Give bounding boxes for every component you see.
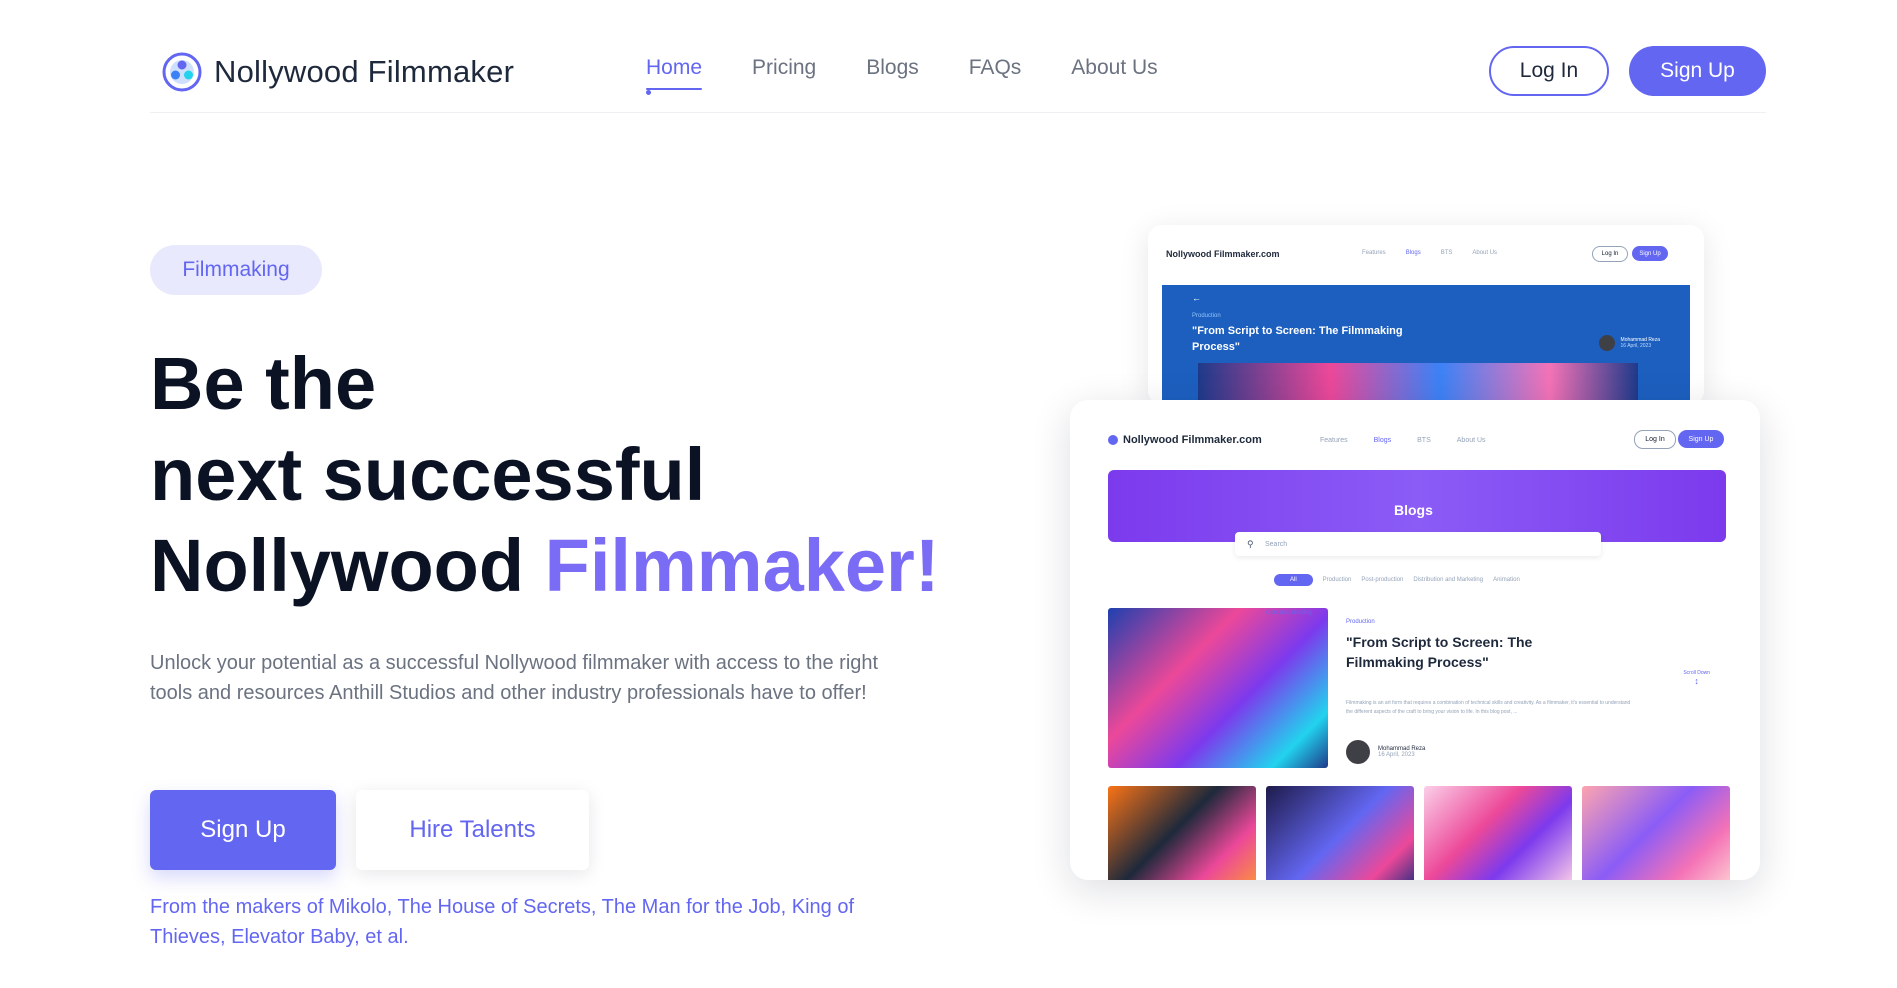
- mockup-link: Features: [1320, 437, 1348, 444]
- category-tag: Filmmaking: [150, 245, 322, 295]
- hero-headline: Be the next successful Nollywood Filmmak…: [150, 338, 939, 611]
- brand-logo[interactable]: Nollywood Filmmaker: [162, 52, 514, 92]
- mockup-link: Blogs: [1373, 437, 1392, 444]
- blog-post-preview-mockup: Nollywood Filmmaker.com Features Blogs B…: [1148, 225, 1704, 405]
- mockup-link: BTS: [1440, 250, 1453, 256]
- film-reel-logo-icon: [162, 52, 202, 92]
- headline-line-3a: Nollywood: [150, 524, 525, 607]
- mockup-banner-title: Blogs: [1394, 502, 1433, 518]
- logo-icon: [1108, 435, 1118, 445]
- nav-about-us[interactable]: About Us: [1071, 56, 1157, 90]
- chip: Animation: [1493, 577, 1520, 583]
- mockup-link: Features: [1362, 250, 1386, 256]
- mockup-feature-author-date: 16 April, 2023: [1378, 752, 1415, 758]
- hero-description: Unlock your potential as a successful No…: [150, 652, 879, 704]
- mockup-feature-image: [1108, 608, 1328, 768]
- mockup-link: Blogs: [1405, 250, 1421, 256]
- mockup-nav: Nollywood Filmmaker.com Features Blogs B…: [1162, 245, 1690, 267]
- headline-line-1: Be the: [150, 342, 377, 425]
- nav-pricing[interactable]: Pricing: [752, 56, 816, 90]
- headline-accent: Filmmaker!: [544, 524, 940, 607]
- mockup-signup: Sign Up: [1678, 430, 1724, 448]
- mockup-login: Log In: [1592, 246, 1628, 262]
- thumbnail: [1582, 786, 1730, 880]
- mockup-hero-image: [1198, 363, 1638, 405]
- nav-blogs[interactable]: Blogs: [866, 56, 919, 90]
- nav-home[interactable]: Home: [646, 56, 703, 95]
- mockup-search: ⚲ Search: [1235, 532, 1601, 556]
- mockup-logo: Nollywood Filmmaker.com: [1166, 249, 1280, 259]
- mockup-thumbnails: [1108, 786, 1730, 880]
- signup-button-header[interactable]: Sign Up: [1629, 46, 1766, 96]
- makers-note: From the makers of Mikolo, The House of …: [150, 896, 855, 948]
- headline-line-2: next successful: [150, 433, 706, 516]
- mockup-link: About Us: [1472, 250, 1498, 256]
- thumbnail: [1108, 786, 1256, 880]
- mockup-login: Log In: [1634, 430, 1676, 449]
- search-icon: ⚲: [1247, 538, 1254, 549]
- back-arrow-icon: ←: [1192, 293, 1201, 303]
- mockup-link: About Us: [1456, 437, 1486, 444]
- mockup-category-chips: All Production Post-production Distribut…: [1274, 574, 1520, 586]
- login-button[interactable]: Log In: [1489, 46, 1609, 96]
- mockup-links: Features Blogs BTS About Us: [1362, 250, 1497, 256]
- mockup-feature-text: Filmmaking is an art form that requires …: [1346, 700, 1631, 715]
- header-divider: [150, 112, 1766, 113]
- chip: All: [1274, 574, 1313, 586]
- mockup-logo-text: Nollywood Filmmaker.com: [1123, 434, 1262, 446]
- mockup-feature-title: "From Script to Screen: The Filmmaking P…: [1346, 634, 1533, 670]
- mockup-blog-banner: ← Production "From Script to Screen: The…: [1162, 285, 1690, 405]
- mockup-feature-tag: Production: [1346, 619, 1375, 625]
- thumbnail: [1424, 786, 1572, 880]
- blogs-page-mockup: Nollywood Filmmaker.com Features Blogs B…: [1070, 400, 1760, 880]
- top-navigation: Nollywood Filmmaker Home Pricing Blogs F…: [150, 38, 1766, 100]
- mockup-signup: Sign Up: [1632, 246, 1668, 261]
- mockup-nav: Nollywood Filmmaker.com Features Blogs B…: [1084, 414, 1746, 450]
- signup-button-hero[interactable]: Sign Up: [150, 790, 336, 870]
- main-menu: Home Pricing Blogs FAQs About Us: [646, 56, 1158, 95]
- chip: Production: [1322, 577, 1352, 583]
- nav-faqs[interactable]: FAQs: [969, 56, 1022, 90]
- hire-talents-button[interactable]: Hire Talents: [356, 790, 589, 870]
- author-avatar: [1346, 740, 1370, 764]
- logo-text: Nollywood Filmmaker: [214, 54, 515, 89]
- mockup-feature-author: Mohammad Reza 16 April, 2023: [1346, 740, 1425, 764]
- thumbnail: [1266, 786, 1414, 880]
- mockup-post-title: "From Script to Screen: The Filmmaking P…: [1192, 325, 1403, 353]
- author-avatar: [1598, 335, 1615, 351]
- mockup-continue: Continue reading: [1266, 610, 1312, 616]
- mockup-link: BTS: [1417, 437, 1431, 444]
- mockup-links: Features Blogs BTS About Us: [1320, 437, 1486, 444]
- mockup-scroll-down: Scroll Down ↕: [1683, 670, 1710, 686]
- arrow-down-icon: ↕: [1694, 676, 1699, 686]
- mockup-search-placeholder: Search: [1265, 540, 1288, 548]
- mockup-tag: Production: [1192, 313, 1221, 319]
- chip: Distribution and Marketing: [1413, 577, 1484, 583]
- chip: Post-production: [1361, 577, 1404, 583]
- mockup-author-date: 16 April, 2023: [1620, 343, 1652, 349]
- mockup-logo: Nollywood Filmmaker.com: [1108, 434, 1262, 446]
- mockup-author: Mohammad Reza 16 April, 2023: [1598, 335, 1660, 351]
